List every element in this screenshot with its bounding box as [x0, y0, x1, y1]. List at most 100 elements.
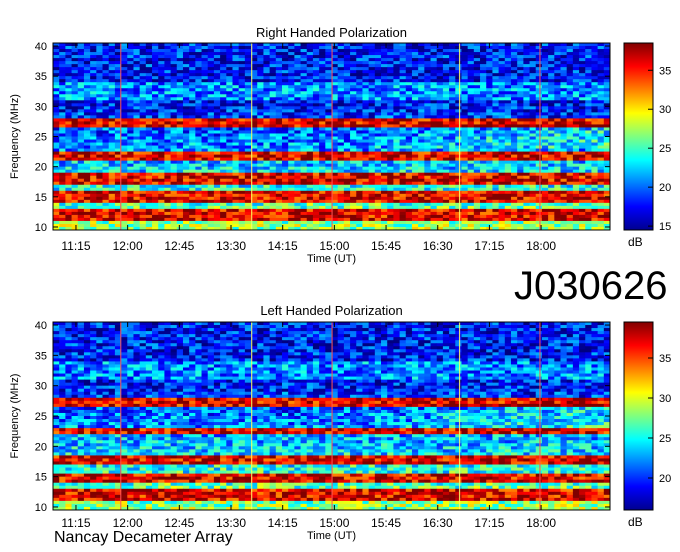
spectrum-cell	[572, 205, 580, 210]
spectrum-cell	[387, 136, 394, 140]
spectrum-cell	[96, 121, 103, 125]
spectrum-cell	[121, 160, 128, 165]
spectrum-cell	[152, 160, 159, 165]
spectrum-cell	[480, 58, 487, 62]
spectrum-cell	[368, 121, 376, 125]
spectrum-cell	[442, 181, 450, 186]
spectrum-cell	[312, 166, 320, 171]
spectrum-cell	[182, 46, 190, 50]
spectrum-cell	[554, 76, 561, 80]
spectrum-cell	[281, 58, 289, 62]
spectrum-cell	[455, 67, 462, 71]
spectrum-cell	[498, 91, 506, 95]
spectrum-cell	[368, 145, 376, 149]
spectrum-cell	[566, 136, 574, 140]
spectrum-cell	[399, 46, 407, 50]
spectrum-cell	[83, 142, 91, 146]
spectrum-cell	[90, 97, 97, 101]
spectrum-cell	[467, 169, 475, 174]
spectrum-cell	[53, 82, 60, 86]
spectrum-cell	[232, 166, 240, 171]
spectrum-cell	[560, 157, 568, 162]
spectrum-cell	[238, 70, 246, 74]
spectrum-cell	[325, 136, 332, 140]
spectrum-cell	[424, 109, 431, 113]
spectrum-cell	[127, 202, 134, 207]
spectrum-cell	[436, 157, 444, 162]
spectrum-cell	[579, 133, 586, 137]
spectrum-cell	[319, 208, 326, 213]
spectrum-cell	[399, 157, 407, 162]
spectrum-cell	[244, 43, 252, 47]
spectrum-cell	[405, 64, 413, 68]
spectrum-cell	[59, 82, 66, 86]
spectrum-cell	[176, 103, 184, 107]
spectrum-cell	[319, 58, 326, 62]
spectrum-cell	[449, 79, 456, 83]
spectrum-cell	[53, 130, 60, 134]
spectrum-cell	[275, 88, 283, 92]
spectrum-cell	[418, 199, 425, 204]
spectrum-cell	[411, 118, 419, 122]
spectrum-cell	[152, 100, 159, 104]
spectrum-cell	[269, 175, 277, 180]
spectrum-cell	[424, 100, 431, 104]
spectrum-cell	[300, 154, 308, 159]
spectrum-cell	[306, 190, 314, 195]
spectrum-cell	[337, 85, 345, 89]
spectrum-cell	[319, 61, 326, 65]
spectrum-cell	[139, 109, 147, 113]
spectrum-cell	[560, 49, 568, 53]
spectrum-cell	[281, 205, 289, 210]
spectrum-cell	[523, 175, 530, 180]
spectrum-cell	[59, 106, 66, 110]
spectrum-cell	[65, 55, 72, 59]
spectrum-cell	[275, 103, 283, 107]
spectrum-cell	[59, 169, 66, 174]
spectrum-cell	[455, 58, 462, 62]
spectrum-cell	[182, 73, 190, 77]
spectrum-cell	[158, 127, 165, 131]
spectrum-cell	[356, 181, 363, 186]
spectrum-cell	[381, 184, 388, 189]
spectrum-cell	[529, 196, 537, 201]
spectrum-cell	[133, 175, 141, 180]
spectrum-cell	[486, 112, 493, 116]
spectrum-cell	[498, 151, 506, 155]
spectrum-cell	[96, 193, 103, 198]
spectrum-cell	[603, 169, 611, 174]
spectrum-cell	[597, 181, 605, 186]
spectrum-cell	[257, 187, 264, 192]
spectrum-cell	[411, 154, 419, 159]
spectrum-cell	[554, 67, 561, 71]
spectrum-cell	[399, 145, 407, 149]
spectrum-cell	[96, 109, 103, 113]
spectrum-cell	[65, 148, 72, 152]
spectrum-cell	[362, 175, 370, 180]
spectrum-cell	[108, 43, 116, 47]
spectrum-cell	[257, 199, 264, 204]
spectrum-cell	[337, 64, 345, 68]
spectrum-cell	[510, 109, 518, 113]
spectrum-cell	[554, 163, 561, 168]
spectrum-cell	[343, 130, 351, 134]
spectrum-cell	[90, 142, 97, 146]
spectrum-cell	[77, 100, 85, 104]
spectrum-cell	[158, 43, 165, 47]
spectrum-cell	[492, 73, 499, 77]
spectrum-cell	[77, 139, 85, 143]
spectrum-cell	[535, 142, 543, 146]
spectrum-cell	[399, 184, 407, 189]
spectrum-cell	[560, 103, 568, 107]
spectrum-cell	[436, 151, 444, 155]
spectrum-cell	[449, 64, 456, 68]
spectrum-cell	[486, 58, 493, 62]
spectrum-cell	[374, 157, 382, 162]
spectrum-cell	[467, 58, 475, 62]
spectrum-cell	[603, 88, 611, 92]
spectrum-cell	[288, 112, 295, 116]
spectrum-cell	[65, 205, 72, 210]
spectrum-cell	[201, 142, 209, 146]
spectrum-cell	[269, 49, 277, 53]
spectrum-cell	[238, 118, 246, 122]
